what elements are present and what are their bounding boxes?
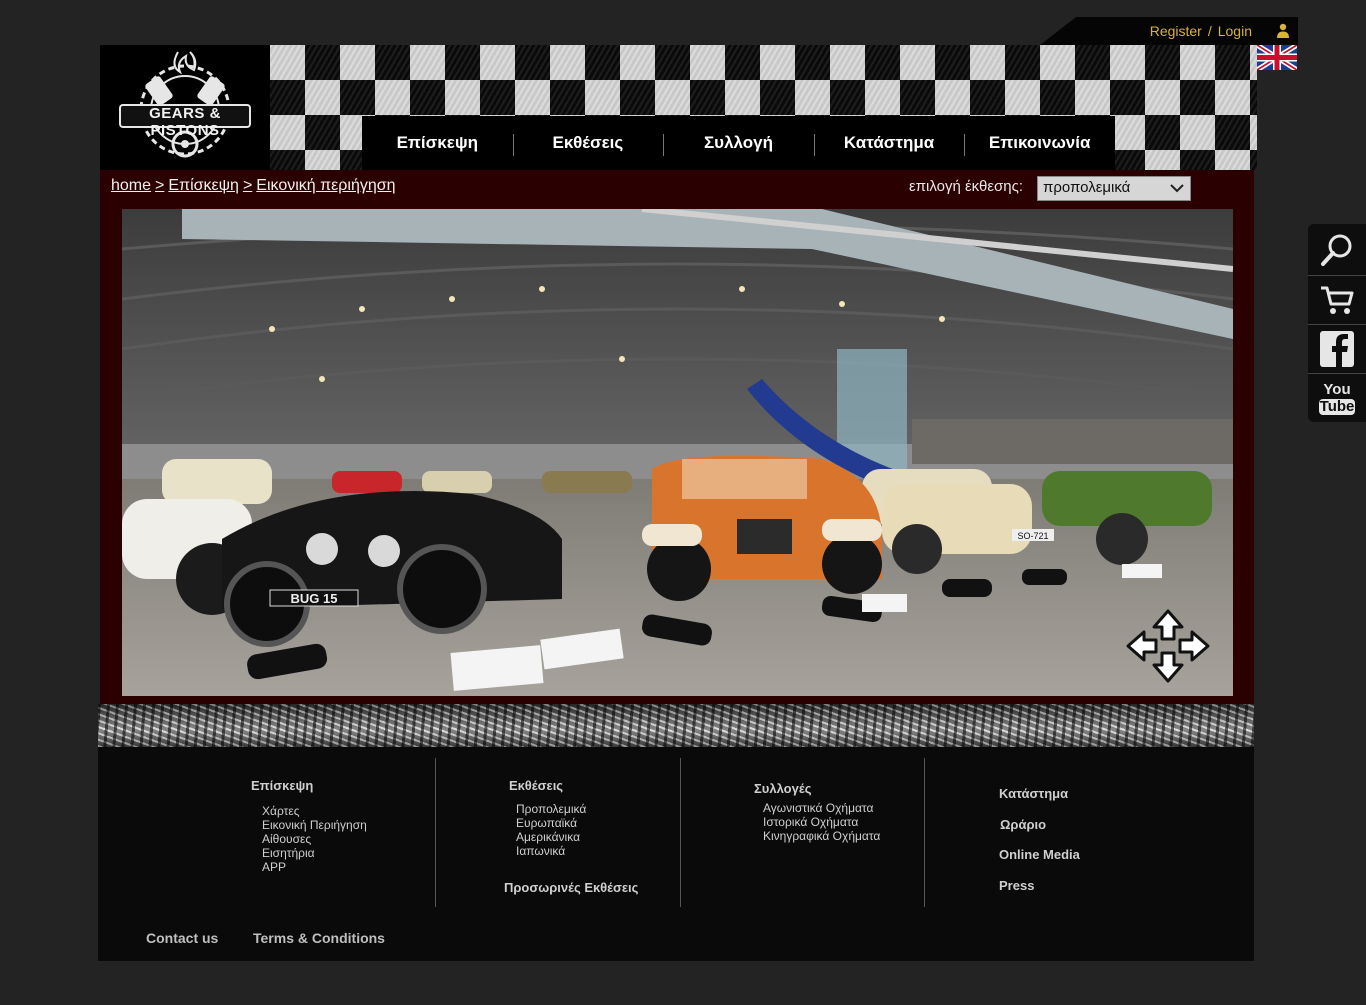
breadcrumb-current[interactable]: Εικονική περιήγηση [256,177,395,195]
terms-conditions-link[interactable]: Terms & Conditions [253,930,385,946]
footer-collections-title[interactable]: Συλλογές [754,781,811,796]
nav-visit[interactable]: Επίσκεψη [362,116,513,170]
nav-exhibitions[interactable]: Εκθέσεις [512,116,664,170]
footer-link-maps[interactable]: Χάρτες [262,804,367,818]
footer-divider [435,758,436,907]
login-links: Register / Login [1150,23,1252,39]
exhibit-select-label: επιλογή έκθεσης: [909,178,1024,195]
plate-bug15: BUG 15 [291,591,338,606]
register-link[interactable]: Register [1150,23,1202,39]
footer-shop[interactable]: Κατάστημα [999,786,1068,801]
footer-link-prewar[interactable]: Προπολεμικά [516,802,586,816]
virtual-tour-viewer[interactable]: BUG 15 SO-721 [122,209,1233,696]
breadcrumb-home[interactable]: home [111,177,151,195]
texture-strip [98,704,1254,747]
footer-link-european[interactable]: Ευρωπαϊκά [516,816,586,830]
site-header: GEARS & PISTONS Επίσκεψη Εκθέσεις Συλλογ… [100,45,1297,170]
move-arrows-icon[interactable] [1126,609,1210,683]
footer-divider [924,758,925,907]
footer-link-cinema[interactable]: Κινηγραφικά Οχήματα [763,829,880,843]
site-logo[interactable]: GEARS & PISTONS [100,45,270,170]
nav-shop[interactable]: Κατάστημα [813,116,965,170]
footer-link-japanese[interactable]: Ιαπωνικά [516,844,586,858]
footer-visit-links: Χάρτες Εικονική Περιήγηση Αίθουσες Εισητ… [262,804,367,874]
footer-link-app[interactable]: APP [262,860,367,874]
youtube-button[interactable]: You Tube [1308,374,1366,422]
search-button[interactable] [1308,226,1366,274]
cart-icon [1321,286,1354,314]
social-sidebar: You Tube [1308,224,1366,422]
footer-hours[interactable]: Ωράριο [1000,817,1046,832]
main-nav: Επίσκεψη Εκθέσεις Συλλογή Κατάστημα Επικ… [362,116,1115,170]
footer-link-halls[interactable]: Αίθουσες [262,832,367,846]
uk-flag-icon[interactable] [1257,45,1297,70]
logo-text: GEARS & PISTONS [149,105,221,139]
footer-link-historic[interactable]: Ιστορικά Οχήματα [763,815,880,829]
museum-hall-panorama: BUG 15 SO-721 [122,209,1233,696]
exhibit-select-value: προπολεμικά [1043,179,1131,196]
breadcrumb-sep: > [242,177,253,194]
chevron-down-icon [1170,184,1184,193]
breadcrumb-visit[interactable]: Επίσκεψη [168,177,239,195]
youtube-icon: You Tube [1319,380,1355,415]
exhibit-select[interactable]: προπολεμικά [1037,176,1191,201]
site-footer: Επίσκεψη Χάρτες Εικονική Περιήγηση Αίθου… [98,747,1254,961]
footer-visit-title[interactable]: Επίσκεψη [251,778,313,793]
login-bar: Register / Login [1040,17,1298,45]
nav-contact[interactable]: Επικοινωνία [964,116,1115,170]
footer-link-racing[interactable]: Αγωνιστικά Οχήματα [763,801,880,815]
breadcrumb-sep: > [155,177,165,194]
user-icon[interactable] [1276,23,1290,39]
login-separator: / [1207,23,1212,39]
plate-so721: SO-721 [1017,531,1048,541]
search-icon [1321,234,1352,266]
footer-link-virtual-tour[interactable]: Εικονική Περιήγηση [262,818,367,832]
footer-divider [680,758,681,907]
youtube-text-top: You [1323,380,1351,398]
footer-link-tickets[interactable]: Εισητήρια [262,846,367,860]
footer-exhibitions-links: Προπολεμικά Ευρωπαϊκά Αμερικάνικα Ιαπωνι… [516,802,586,858]
breadcrumb: home > Επίσκεψη > Εικονική περιήγηση [111,177,396,195]
facebook-button[interactable] [1308,325,1366,373]
footer-collections-links: Αγωνιστικά Οχήματα Ιστορικά Οχήματα Κινη… [763,801,880,843]
facebook-icon [1320,331,1354,367]
footer-temporary-exhibitions[interactable]: Προσωρινές Εκθέσεις [504,880,638,895]
footer-link-american[interactable]: Αμερικάνικα [516,830,586,844]
main-panel: home > Επίσκεψη > Εικονική περιήγηση επι… [100,170,1254,704]
youtube-text-bottom: Tube [1319,397,1355,415]
contact-us-link[interactable]: Contact us [146,930,218,946]
login-link[interactable]: Login [1218,23,1252,39]
cart-button[interactable] [1308,276,1366,324]
nav-collection[interactable]: Συλλογή [663,116,814,170]
footer-online-media[interactable]: Online Media [999,847,1080,862]
footer-press[interactable]: Press [999,878,1034,893]
footer-exhibitions-title[interactable]: Εκθέσεις [509,778,563,793]
